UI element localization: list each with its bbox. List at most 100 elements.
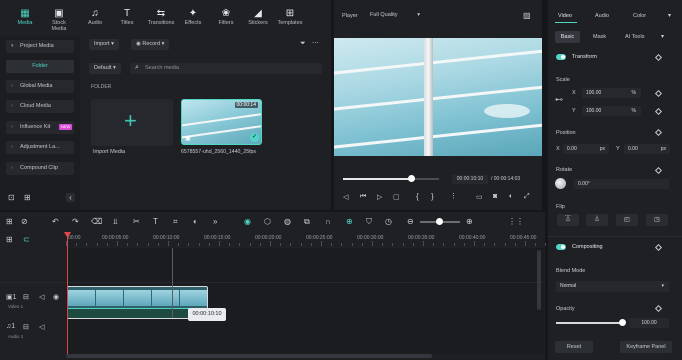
speed-icon[interactable]: ◷ [385, 217, 392, 226]
zoom-slider[interactable] [420, 218, 460, 225]
timeline-scrollbar[interactable] [66, 354, 432, 358]
mark-in-icon[interactable]: ◁ [343, 193, 348, 201]
split-icon[interactable]: ⫫ [113, 217, 118, 227]
sidebar-item-folder[interactable]: Folder [6, 60, 74, 73]
timeline-video-clip[interactable] [67, 286, 208, 319]
text-icon[interactable]: T [153, 217, 158, 226]
tab-stickers[interactable]: ◢ Stickers [243, 8, 273, 26]
magnet-icon[interactable]: ∩ [325, 217, 331, 226]
new-folder-icon[interactable]: ⊡ [8, 193, 15, 202]
rotate-right-button[interactable]: ◳ [646, 214, 668, 226]
tab-titles[interactable]: T Titles [112, 8, 142, 26]
camera-icon[interactable]: ◙ [493, 193, 497, 200]
mic-icon[interactable]: ◍ [284, 217, 291, 226]
link-icon[interactable]: ⊷ [555, 95, 563, 104]
zoom-out-icon[interactable]: ⊖ [407, 217, 414, 226]
pos-x-input[interactable]: 0.00 px [563, 144, 609, 154]
import-media-tile[interactable]: + [91, 99, 173, 146]
fullscreen-icon[interactable]: ⤢ [524, 193, 530, 201]
sidebar-item-compound-clip[interactable]: › Compound Clip [6, 162, 74, 175]
opacity-slider[interactable] [556, 319, 626, 326]
tab-stock-media[interactable]: ▣ Stock Media [44, 8, 74, 32]
speaker-icon[interactable]: ◁ [39, 293, 44, 301]
folder-icon[interactable]: ⊟ [23, 323, 29, 331]
sidebar-item-influence-kit[interactable]: › Influence Kit NEW [6, 121, 74, 134]
add-folder-icon[interactable]: ⊞ [24, 193, 31, 202]
grid-view-icon[interactable]: ⋮⋮ [508, 217, 524, 226]
tab-transitions[interactable]: ⇆ Transitions [146, 8, 176, 26]
subtab-ai-tools[interactable]: AI Tools [625, 34, 644, 40]
speaker-icon[interactable]: ◁ [39, 323, 44, 331]
transform-toggle[interactable] [556, 54, 566, 60]
sidebar-item-cloud-media[interactable]: › Cloud Media [6, 100, 74, 113]
playhead[interactable] [67, 232, 68, 356]
flip-horizontal-button[interactable]: ⏄ [557, 214, 579, 226]
layout-icon[interactable]: ⊞ [6, 217, 13, 226]
quality-dropdown[interactable]: Full Quality ▾ [366, 10, 424, 21]
snap-icon[interactable]: ⊕ [346, 217, 353, 226]
scale-y-input[interactable]: 100.00% [582, 106, 641, 116]
tab-audio[interactable]: ♫ Audio [80, 8, 110, 26]
color-icon[interactable]: ◐ [193, 217, 198, 226]
tab-media[interactable]: ▦ Media [10, 8, 40, 26]
player-progress-track[interactable] [343, 175, 439, 182]
folder-icon[interactable]: ⊟ [23, 293, 29, 301]
redo-icon[interactable]: ↷ [72, 217, 79, 226]
search-input[interactable]: ⌕ Search media [130, 63, 322, 74]
chevron-down-icon[interactable]: ▾ [661, 33, 664, 40]
compositing-toggle[interactable] [556, 244, 566, 250]
cut-icon[interactable]: ✂ [133, 217, 140, 226]
more-tools-icon[interactable]: » [213, 217, 217, 226]
volume-icon[interactable]: ◖ [508, 193, 512, 200]
tab-video[interactable]: Video [558, 13, 572, 19]
chevron-down-icon[interactable]: ▾ [668, 12, 671, 19]
more-controls-icon[interactable]: ⋮ [450, 192, 457, 200]
display-icon[interactable]: ▭ [476, 193, 483, 201]
scale-x-input[interactable]: 100.00% [582, 88, 641, 98]
render-icon[interactable]: ◉ [244, 217, 251, 226]
tab-color[interactable]: Color [633, 13, 646, 19]
subtab-mask[interactable]: Mask [593, 34, 606, 40]
zoom-in-icon[interactable]: ⊕ [466, 217, 473, 226]
opacity-input[interactable]: 100.00 [629, 318, 669, 328]
reset-button[interactable]: Reset [555, 341, 593, 353]
record-button[interactable]: ◉ Record ▾ [131, 39, 170, 50]
pos-y-input[interactable]: 0.00 px [624, 144, 670, 154]
tab-effects[interactable]: ✦ Effects [178, 8, 208, 26]
keyframe-panel-button[interactable]: Keyframe Panel [620, 341, 672, 353]
tab-templates[interactable]: ⊞ Templates [275, 8, 305, 26]
tab-audio[interactable]: Audio [595, 13, 609, 19]
more-icon[interactable]: ⋯ [312, 39, 319, 47]
delete-icon[interactable]: ⌫ [91, 217, 102, 226]
mark-in-bracket-icon[interactable]: { [416, 192, 419, 201]
eye-icon[interactable]: ◉ [53, 293, 59, 301]
subtab-basic[interactable]: Basic [555, 31, 580, 43]
select-tool-icon[interactable]: ⊘ [21, 217, 28, 226]
stop-icon[interactable]: ▢ [393, 193, 400, 201]
rotate-dial[interactable] [555, 178, 566, 189]
crop-icon[interactable]: ⌗ [173, 217, 178, 227]
zoom-slider-handle[interactable] [436, 218, 443, 225]
tab-filters[interactable]: ❀ Filters [211, 8, 241, 26]
sidebar-item-project-media[interactable]: ▾ Project Media [6, 40, 74, 53]
mix-icon[interactable]: ⧉ [304, 217, 310, 227]
prev-frame-icon[interactable]: ⏮ [360, 193, 366, 201]
undo-icon[interactable]: ↶ [52, 217, 59, 226]
sidebar-item-adjustment-layer[interactable]: › Adjustment La... [6, 141, 74, 154]
marker-icon[interactable]: ⛉ [366, 217, 372, 227]
rotate-left-button[interactable]: ◰ [616, 214, 638, 226]
add-track-icon[interactable]: ⊞ [6, 235, 13, 244]
filter-icon[interactable]: ⏷ [300, 40, 306, 48]
blend-mode-dropdown[interactable]: Normal ▾ [556, 281, 669, 292]
import-button[interactable]: Import ▾ [89, 39, 119, 50]
sort-dropdown[interactable]: Default ▾ [89, 63, 121, 74]
link-track-icon[interactable]: ⊂ [23, 235, 30, 244]
sidebar-item-global-media[interactable]: › Global Media [6, 80, 74, 93]
media-clip-thumbnail[interactable]: 00:00:14 ▣ ✓ [181, 99, 262, 145]
shield-icon[interactable]: ⬡ [264, 217, 271, 226]
collapse-sidebar-icon[interactable]: ‹ [66, 193, 75, 202]
flip-vertical-button[interactable]: ⏃ [586, 214, 608, 226]
play-icon[interactable]: ▷ [377, 193, 382, 201]
opacity-slider-handle[interactable] [619, 319, 626, 326]
snapshot-icon[interactable]: ▨ [523, 11, 531, 20]
